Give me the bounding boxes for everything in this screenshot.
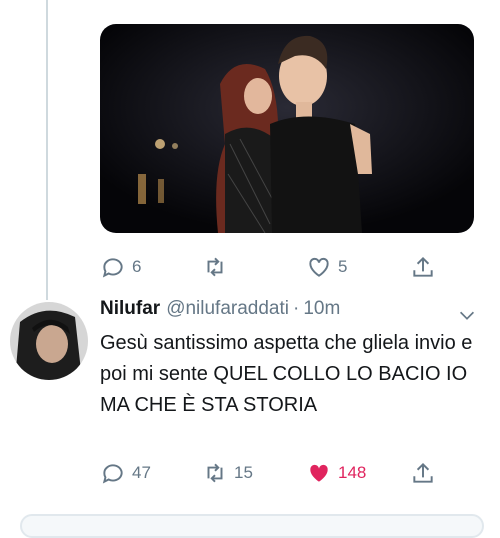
reply-count: 47: [132, 463, 151, 482]
like-count: 148: [338, 463, 367, 482]
share-button[interactable]: [410, 254, 436, 280]
display-name[interactable]: Nilufar: [100, 298, 160, 319]
like-icon: [310, 464, 328, 482]
share-icon: [413, 256, 433, 277]
next-item-edge: [20, 514, 484, 538]
previous-tweet-actions: 6 5: [100, 254, 480, 284]
share-icon: [413, 462, 433, 483]
like-button[interactable]: 5: [306, 254, 347, 280]
retweet-icon: [207, 463, 223, 483]
separator-dot: ·: [293, 298, 300, 319]
user-handle[interactable]: @nilufaraddati: [166, 298, 289, 319]
share-button[interactable]: [410, 460, 436, 486]
like-count: 5: [338, 257, 348, 276]
like-button[interactable]: 148: [306, 460, 366, 486]
reply-count: 6: [132, 257, 142, 276]
chevron-down-icon[interactable]: [456, 304, 478, 326]
reply-button[interactable]: 47: [100, 460, 151, 486]
tweet-media-image[interactable]: [100, 24, 474, 233]
like-icon: [309, 257, 329, 277]
retweet-button[interactable]: 15: [202, 460, 253, 486]
thread-connector: [46, 0, 48, 300]
tweet-header: Nilufar @nilufaraddati · 10m: [100, 298, 340, 320]
retweet-count: 15: [234, 463, 253, 482]
reply-button[interactable]: 6: [100, 254, 141, 280]
tweet-text: Gesù santissimo aspetta che gliela invio…: [100, 332, 473, 416]
avatar[interactable]: [10, 302, 88, 380]
retweet-button[interactable]: [202, 254, 234, 280]
retweet-icon: [207, 257, 223, 277]
tweet-actions: 47 15 148: [100, 460, 480, 490]
reply-icon: [102, 464, 123, 484]
timestamp[interactable]: 10m: [303, 298, 340, 319]
reply-icon: [102, 258, 123, 278]
